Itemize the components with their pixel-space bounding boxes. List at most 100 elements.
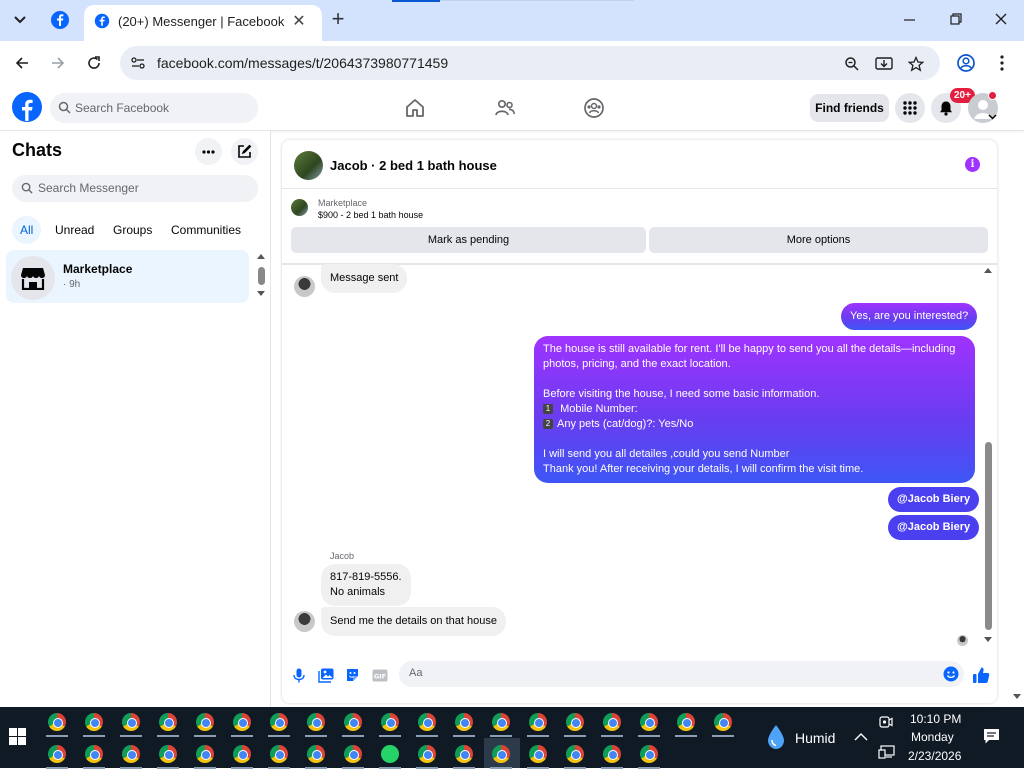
attach-photo-button[interactable] [317,667,334,684]
humidity-drop-icon[interactable] [766,724,786,750]
chrome-taskbar-icon[interactable] [270,745,288,763]
messages-scroll-up[interactable] [984,268,992,273]
chrome-taskbar-icon[interactable] [603,745,621,763]
chrome-taskbar-icon[interactable] [307,745,325,763]
chrome-taskbar-icon[interactable] [418,745,436,763]
chat-options-button[interactable] [195,138,222,165]
reload-button[interactable] [82,51,106,75]
messages-scrollbar-thumb[interactable] [985,442,992,630]
groups-nav-button[interactable] [583,97,605,119]
windows-start-icon[interactable] [9,728,26,745]
chrome-taskbar-icon[interactable] [529,713,547,731]
more-options-button[interactable]: More options [649,227,988,253]
chevron-down-icon[interactable] [988,114,997,120]
friends-nav-button[interactable] [494,97,516,119]
emoji-icon[interactable] [943,666,959,682]
chat-item-marketplace[interactable]: Marketplace · 9h [6,250,249,303]
chrome-taskbar-icon[interactable] [122,713,140,731]
chevron-up-icon[interactable] [854,732,868,741]
new-tab-button[interactable]: + [326,8,350,32]
message-input[interactable]: Aa [399,661,964,687]
chrome-taskbar-icon[interactable] [418,713,436,731]
chrome-taskbar-icon[interactable] [122,745,140,763]
chrome-taskbar-icon[interactable] [48,713,66,731]
close-tab-button[interactable]: ✕ [288,11,310,33]
chrome-taskbar-icon[interactable] [603,713,621,731]
chrome-taskbar-icon[interactable] [196,745,214,763]
chrome-taskbar-icon[interactable] [677,713,695,731]
sidebar-scrollbar-thumb[interactable] [258,267,265,285]
chrome-taskbar-icon[interactable] [640,713,658,731]
chrome-taskbar-icon[interactable] [566,713,584,731]
chrome-taskbar-icon[interactable] [159,745,177,763]
conversation-title[interactable]: Jacob · 2 bed 1 bath house [330,158,497,173]
home-nav-button[interactable] [404,97,426,119]
webcam-icon[interactable] [878,716,894,730]
mention-bubble[interactable]: @Jacob Biery [888,487,980,512]
chrome-taskbar-icon[interactable] [344,745,362,763]
active-tab[interactable]: (20+) Messenger | Facebook ✕ [84,5,322,41]
notification-center-icon[interactable] [983,728,1000,745]
chrome-taskbar-icon[interactable] [455,713,473,731]
chrome-taskbar-icon[interactable] [270,713,288,731]
chrome-taskbar-icon[interactable] [196,713,214,731]
filter-communities[interactable]: Communities [163,216,249,244]
zoom-button[interactable] [842,54,862,74]
chrome-taskbar-icon[interactable] [85,745,103,763]
chrome-taskbar-icon[interactable] [640,745,658,763]
chrome-taskbar-icon[interactable] [714,713,732,731]
new-message-button[interactable] [231,138,258,165]
chrome-taskbar-icon[interactable] [48,745,66,763]
whatsapp-taskbar-icon[interactable] [381,745,399,763]
forward-button[interactable] [46,51,70,75]
listing-thumbnail[interactable] [291,199,308,216]
clock-date[interactable]: 2/23/2026 [908,749,961,763]
chrome-taskbar-icon[interactable] [492,713,510,731]
like-button[interactable] [971,665,991,685]
mention-bubble[interactable]: @Jacob Biery [888,515,980,540]
filter-unread[interactable]: Unread [47,216,102,244]
chrome-taskbar-icon[interactable] [381,713,399,731]
gif-button[interactable]: GIF [371,667,388,684]
sidebar-scroll-down[interactable] [257,291,265,296]
sidebar-scroll-up[interactable] [257,254,265,259]
chrome-taskbar-icon[interactable] [233,745,251,763]
chrome-taskbar-icon[interactable] [159,713,177,731]
restore-button[interactable] [942,8,970,32]
inactive-tab-facebook[interactable] [50,10,70,30]
facebook-logo[interactable] [12,92,42,122]
voice-clip-button[interactable] [290,667,307,684]
menu-button[interactable] [895,93,925,123]
tab-search-button[interactable] [8,9,32,31]
back-button[interactable] [10,51,34,75]
listing-title[interactable]: $900 - 2 bed 1 bath house [318,210,423,220]
chrome-taskbar-icon[interactable] [233,713,251,731]
chrome-taskbar-icon[interactable] [529,745,547,763]
page-scroll-down[interactable] [1013,694,1021,699]
mark-as-pending-button[interactable]: Mark as pending [291,227,646,253]
sender-avatar[interactable] [294,276,315,297]
filter-groups[interactable]: Groups [105,216,160,244]
chrome-taskbar-icon[interactable] [307,713,325,731]
conversation-avatar[interactable] [294,151,323,180]
minimize-button[interactable] [896,8,924,32]
chrome-taskbar-icon[interactable] [85,713,103,731]
chrome-taskbar-icon[interactable] [455,745,473,763]
bookmark-button[interactable] [906,54,926,74]
find-friends-button[interactable]: Find friends [810,94,889,122]
network-icon[interactable] [878,745,896,759]
close-window-button[interactable] [987,8,1015,32]
facebook-search-input[interactable]: Search Facebook [50,93,258,123]
address-bar[interactable]: facebook.com/messages/t/2064373980771459 [120,46,940,80]
chrome-taskbar-icon[interactable] [344,713,362,731]
install-app-button[interactable] [874,54,894,74]
sender-avatar[interactable] [294,611,315,632]
info-icon[interactable]: i [965,157,980,172]
browser-menu-button[interactable] [990,51,1014,75]
sticker-button[interactable] [344,667,361,684]
clock-time[interactable]: 10:10 PM [910,712,961,726]
site-settings-icon[interactable] [130,55,146,71]
chrome-taskbar-icon[interactable] [492,745,510,763]
chrome-taskbar-icon[interactable] [566,745,584,763]
messenger-search-input[interactable]: Search Messenger [12,175,258,202]
